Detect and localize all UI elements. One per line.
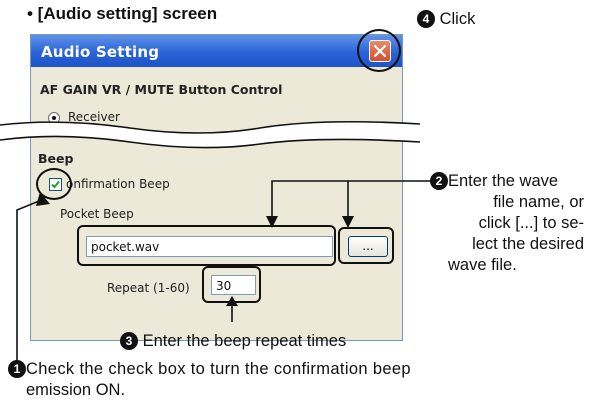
step3-text: Enter the beep repeat times (142, 332, 347, 350)
step1-text: Check the check box to turn the confirma… (26, 360, 411, 378)
step2-line3: click [...] to se- (478, 214, 584, 232)
step1-text-line2: emission ON. (26, 381, 126, 399)
step2-number: 2 (430, 172, 448, 190)
step2-line5: wave file. (448, 256, 517, 274)
step2-line1: Enter the wave (448, 172, 559, 190)
step2-line2: file name, or (493, 193, 584, 211)
step1-callout: 1 Check the check box to turn the confirm… (8, 359, 588, 401)
step1-number: 1 (8, 360, 26, 378)
step2-callout: 2 Enter the wave file name, or click [...… (430, 171, 590, 276)
step2-line4: lect the desired (472, 235, 584, 253)
step3-number: 3 (120, 332, 138, 350)
step3-callout: 3 Enter the beep repeat times (120, 331, 346, 352)
